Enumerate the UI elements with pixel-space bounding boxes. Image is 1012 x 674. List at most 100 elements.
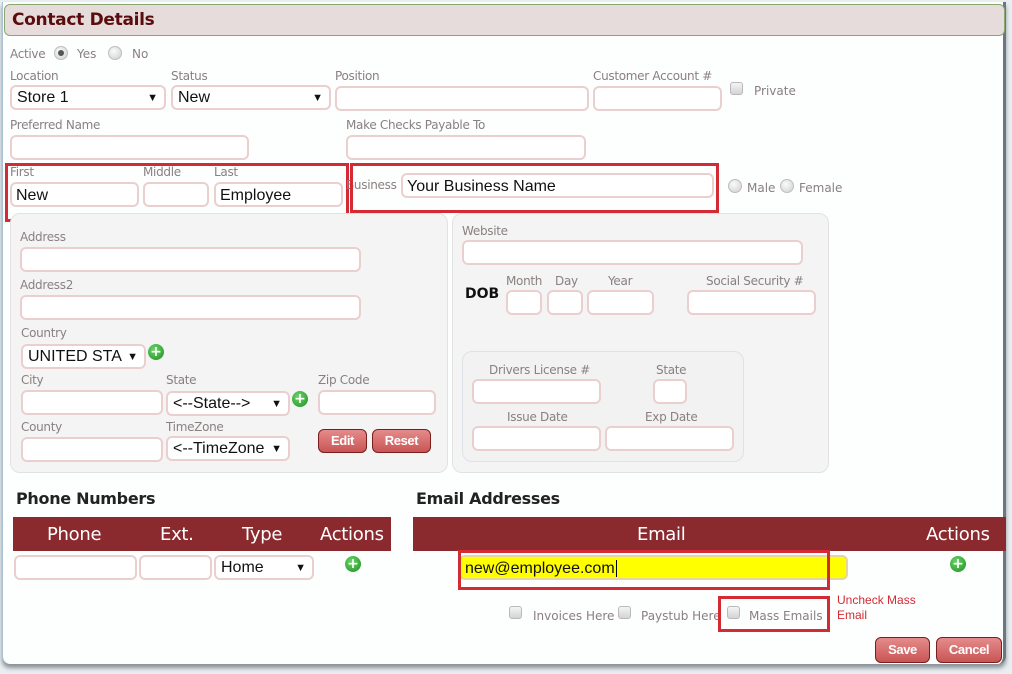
male-radio[interactable] xyxy=(728,179,742,193)
county-label: County xyxy=(21,420,62,434)
city-input[interactable] xyxy=(21,390,163,415)
add-state-icon[interactable]: + xyxy=(292,391,308,407)
position-input[interactable] xyxy=(335,86,589,111)
preferred-name-input[interactable] xyxy=(10,135,249,160)
city-label: City xyxy=(21,373,44,387)
private-checkbox[interactable] xyxy=(730,82,743,95)
zip-code-input[interactable] xyxy=(318,390,436,415)
dob-year-input[interactable] xyxy=(587,290,654,315)
status-select[interactable]: New ▼ xyxy=(171,85,331,110)
address-input[interactable] xyxy=(20,247,361,272)
save-button[interactable]: Save xyxy=(875,637,930,663)
ext-input[interactable] xyxy=(139,555,212,580)
business-highlight-box xyxy=(350,163,719,213)
male-label: Male xyxy=(747,181,776,195)
invoices-here-checkbox[interactable] xyxy=(509,606,522,619)
dob-label: DOB xyxy=(465,286,500,302)
issue-date-label: Issue Date xyxy=(507,410,568,424)
phone-column-header: Phone xyxy=(47,524,102,545)
active-label: Active xyxy=(10,47,46,61)
dob-month-input[interactable] xyxy=(506,290,542,315)
dialog-title: Contact Details xyxy=(12,10,155,30)
phone-numbers-title: Phone Numbers xyxy=(16,489,156,508)
female-radio[interactable] xyxy=(780,179,794,193)
timezone-select[interactable]: <--TimeZone ▼ xyxy=(166,436,290,461)
cancel-button[interactable]: Cancel xyxy=(936,637,1002,663)
uncheck-mass-email-annotation: Uncheck Mass Email xyxy=(837,593,916,622)
active-no-radio[interactable] xyxy=(108,46,122,60)
state-select[interactable]: <--State--> ▼ xyxy=(166,391,290,416)
address2-input[interactable] xyxy=(20,295,361,320)
country-value: UNITED STA xyxy=(28,348,122,365)
type-column-header: Type xyxy=(242,524,283,545)
active-no-label: No xyxy=(132,47,149,61)
dialog-titlebar: Contact Details xyxy=(4,4,1005,36)
email-addresses-title: Email Addresses xyxy=(416,489,560,508)
drivers-license-input[interactable] xyxy=(472,379,601,404)
phone-type-value: Home xyxy=(221,559,264,576)
active-yes-label: Yes xyxy=(77,47,97,61)
drivers-license-label: Drivers License # xyxy=(489,363,591,377)
mass-emails-highlight-box xyxy=(718,596,830,632)
customer-account-label: Customer Account # xyxy=(593,69,713,83)
phone-table-header: Phone Ext. Type Actions xyxy=(13,517,391,551)
paystub-here-checkbox[interactable] xyxy=(618,606,631,619)
dob-day-label: Day xyxy=(555,274,578,288)
preferred-name-label: Preferred Name xyxy=(10,118,101,132)
add-country-icon[interactable]: + xyxy=(148,344,164,360)
email-actions-column-header: Actions xyxy=(926,524,990,545)
active-yes-radio[interactable] xyxy=(54,46,68,60)
private-label: Private xyxy=(754,84,796,98)
email-table-header: Email Actions xyxy=(413,517,1006,551)
ext-column-header: Ext. xyxy=(160,524,194,545)
status-value: New xyxy=(178,89,211,106)
dob-year-label: Year xyxy=(608,274,633,288)
phone-input[interactable] xyxy=(14,555,137,580)
dl-state-input[interactable] xyxy=(653,379,687,404)
location-select[interactable]: Store 1 ▼ xyxy=(10,85,166,110)
add-email-icon[interactable]: + xyxy=(950,556,966,572)
make-checks-label: Make Checks Payable To xyxy=(346,118,486,132)
reset-button[interactable]: Reset xyxy=(372,429,431,453)
exp-date-input[interactable] xyxy=(605,426,734,451)
chevron-down-icon: ▼ xyxy=(271,443,282,455)
timezone-value: <--TimeZone xyxy=(173,440,265,457)
country-select[interactable]: UNITED STA ▼ xyxy=(21,344,146,369)
chevron-down-icon: ▼ xyxy=(127,351,138,363)
location-value: Store 1 xyxy=(17,89,69,106)
state-value: <--State--> xyxy=(173,395,251,412)
website-input[interactable] xyxy=(462,240,803,265)
female-label: Female xyxy=(799,181,843,195)
location-label: Location xyxy=(10,69,59,83)
make-checks-input[interactable] xyxy=(346,135,586,160)
address-label: Address xyxy=(20,230,66,244)
actions-column-header: Actions xyxy=(320,524,384,545)
chevron-down-icon: ▼ xyxy=(147,92,158,104)
state-label: State xyxy=(166,373,197,387)
zip-code-label: Zip Code xyxy=(318,373,370,387)
edit-button[interactable]: Edit xyxy=(318,429,367,453)
add-phone-icon[interactable]: + xyxy=(345,556,361,572)
ssn-label: Social Security # xyxy=(706,274,804,288)
chevron-down-icon: ▼ xyxy=(312,92,323,104)
dob-day-input[interactable] xyxy=(547,290,583,315)
ssn-input[interactable] xyxy=(687,290,816,315)
timezone-label: TimeZone xyxy=(166,420,224,434)
status-label: Status xyxy=(171,69,208,83)
website-label: Website xyxy=(462,224,508,238)
email-highlight-box xyxy=(458,550,830,590)
chevron-down-icon: ▼ xyxy=(295,562,306,574)
paystub-here-label: Paystub Here xyxy=(641,609,721,623)
customer-account-input[interactable] xyxy=(593,86,722,111)
dl-state-label: State xyxy=(656,363,687,377)
county-input[interactable] xyxy=(21,437,163,462)
invoices-here-label: Invoices Here xyxy=(533,609,615,623)
exp-date-label: Exp Date xyxy=(645,410,698,424)
dob-month-label: Month xyxy=(506,274,543,288)
phone-type-select[interactable]: Home ▼ xyxy=(214,555,314,580)
chevron-down-icon: ▼ xyxy=(271,398,282,410)
position-label: Position xyxy=(335,69,380,83)
address2-label: Address2 xyxy=(20,278,74,292)
issue-date-input[interactable] xyxy=(472,426,601,451)
email-column-header: Email xyxy=(637,524,686,545)
